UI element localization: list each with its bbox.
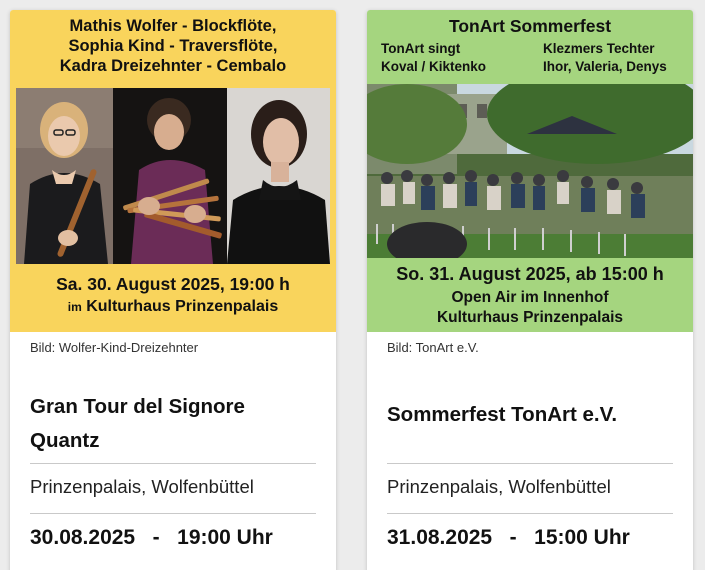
performer-photos (16, 88, 330, 264)
event-poster-image[interactable]: TonArt Sommerfest TonArt singt Koval / K… (367, 10, 693, 332)
event-venue: Prinzenpalais, Wolfenbüttel (30, 476, 254, 497)
event-time: 19:00 Uhr (177, 526, 273, 549)
image-credit: Bild: Wolfer-Kind-Dreizehnter (30, 340, 199, 355)
event-datetime: 31.08.2025 - 15:00 Uhr (387, 526, 630, 550)
poster-line: Klezmers Techter (543, 41, 655, 56)
event-date: 30.08.2025 (30, 526, 136, 549)
event-poster-image[interactable]: Mathis Wolfer - Blockflöte, Sophia Kind … (10, 10, 336, 332)
date-time-separator: - (509, 526, 517, 549)
event-datetime: 30.08.2025 - 19:00 Uhr (30, 526, 273, 550)
event-title[interactable]: Gran Tour del Signore Quantz (30, 390, 320, 458)
divider (387, 463, 673, 464)
poster-date: Sa. 30. August 2025, 19:00 h (56, 274, 290, 294)
poster-line: Koval / Kiktenko (381, 59, 487, 74)
courtyard-audience-photo (367, 84, 693, 258)
poster-left-column: TonArt singt Koval / Kiktenko (381, 40, 486, 76)
event-card-gran-tour[interactable]: Mathis Wolfer - Blockflöte, Sophia Kind … (10, 10, 336, 570)
date-time-separator: - (152, 526, 160, 549)
divider (387, 513, 673, 514)
performer-photo-recorder (16, 88, 113, 264)
poster-line: Kadra Dreizehnter - Cembalo (59, 57, 287, 75)
event-venue: Prinzenpalais, Wolfenbüttel (387, 476, 611, 497)
poster-line: Mathis Wolfer - Blockflöte, (69, 17, 277, 35)
poster-title: TonArt Sommerfest (448, 16, 612, 36)
poster-venue: im Kulturhaus Prinzenpalais (10, 298, 336, 316)
event-time: 15:00 Uhr (534, 526, 630, 549)
poster-line: Ihor, Valeria, Denys (543, 59, 667, 74)
divider (30, 463, 316, 464)
poster-venue-line: Kulturhaus Prinzenpalais (436, 309, 624, 326)
poster-right-column: Klezmers Techter Ihor, Valeria, Denys (543, 40, 667, 76)
event-card-sommerfest[interactable]: TonArt Sommerfest TonArt singt Koval / K… (367, 10, 693, 570)
image-credit: Bild: TonArt e.V. (387, 340, 479, 355)
poster-venue-name: Kulturhaus Prinzenpalais (86, 298, 279, 315)
poster-line: Sophia Kind - Traversflöte, (68, 37, 278, 55)
poster-date: So. 31. August 2025, ab 15:00 h (396, 264, 664, 284)
divider (30, 513, 316, 514)
poster-location-line: Open Air im Innenhof (451, 289, 609, 306)
performer-photo-harpsichord (227, 88, 330, 264)
event-date: 31.08.2025 (387, 526, 493, 549)
event-card-grid: Mathis Wolfer - Blockflöte, Sophia Kind … (0, 0, 705, 570)
performer-photo-flute (113, 88, 227, 264)
poster-venue-prefix: im (67, 300, 82, 314)
poster-line: TonArt singt (381, 41, 461, 56)
poster-performers: Mathis Wolfer - Blockflöte, Sophia Kind … (10, 16, 336, 76)
event-title[interactable]: Sommerfest TonArt e.V. (387, 398, 677, 432)
